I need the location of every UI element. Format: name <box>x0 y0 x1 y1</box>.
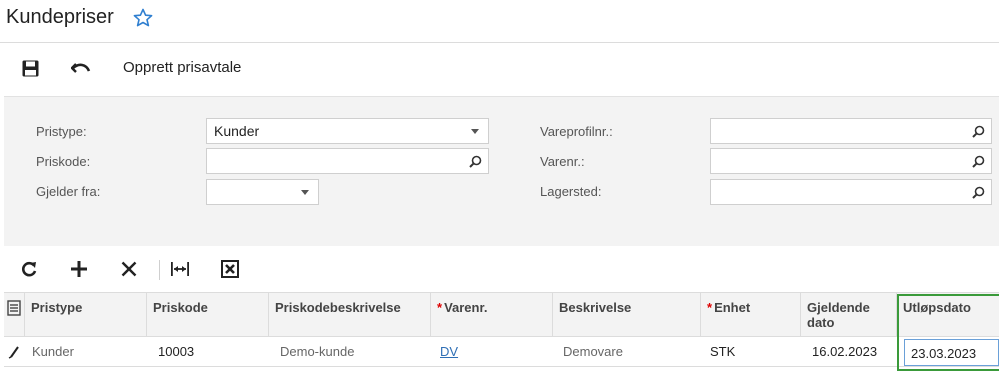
delete-icon[interactable] <box>119 259 139 279</box>
vareprofilnr-field[interactable] <box>710 118 992 144</box>
priskode-label: Priskode: <box>36 154 91 169</box>
column-header-label: Pristype <box>31 300 83 315</box>
create-price-agreement-button[interactable]: Opprett prisavtale <box>123 59 241 76</box>
grid-toolbar <box>4 246 999 292</box>
edit-pencil-icon <box>4 337 25 367</box>
refresh-icon[interactable] <box>19 259 39 279</box>
grid-header-row: Pristype Priskode Priskodebeskrivelse * V… <box>4 292 999 337</box>
star-outline-icon[interactable] <box>133 8 153 28</box>
cell-enhet[interactable]: STK <box>704 337 800 367</box>
lagersted-label: Lagersted: <box>540 184 602 199</box>
pristype-label: Pristype: <box>36 124 87 139</box>
search-icon[interactable] <box>972 186 985 199</box>
excel-export-icon[interactable] <box>220 259 240 279</box>
main-toolbar: Opprett prisavtale <box>0 44 999 96</box>
column-header-label: Priskodebeskrivelse <box>275 300 401 315</box>
varenr-field[interactable] <box>710 148 992 174</box>
vareprofilnr-label: Vareprofilnr.: <box>540 124 613 139</box>
column-header-label: Beskrivelse <box>559 300 632 315</box>
cell-priskodebeskrivelse[interactable]: Demo-kunde <box>274 337 430 367</box>
cell-pristype[interactable]: Kunder <box>26 337 148 367</box>
pristype-value: Kunder <box>214 123 260 139</box>
search-icon[interactable] <box>469 155 482 168</box>
required-marker: * <box>707 300 713 315</box>
column-header-varenr[interactable]: * Varenr. <box>431 293 553 337</box>
varenr-label: Varenr.: <box>540 154 585 169</box>
column-header-label: Priskode <box>153 300 208 315</box>
save-icon[interactable] <box>19 57 41 79</box>
cell-priskode[interactable]: 10003 <box>152 337 270 367</box>
filter-form: Pristype: Kunder Priskode: Gjelder fra: … <box>4 96 999 246</box>
add-icon[interactable] <box>69 259 89 279</box>
fit-columns-icon[interactable] <box>170 259 190 279</box>
column-header-priskode[interactable]: Priskode <box>147 293 269 337</box>
search-icon[interactable] <box>972 155 985 168</box>
cell-gjeldende-dato[interactable]: 16.02.2023 <box>806 337 898 367</box>
undo-icon[interactable] <box>70 57 92 79</box>
highlight-box <box>897 294 999 371</box>
chevron-down-icon <box>301 190 309 195</box>
page-title: Kundepriser <box>6 6 114 28</box>
table-row[interactable]: Kunder 10003 Demo-kunde DV Demovare STK … <box>4 337 999 367</box>
column-header-gjeldende-dato[interactable]: Gjeldende dato <box>801 293 897 337</box>
column-header-priskodebeskrivelse[interactable]: Priskodebeskrivelse <box>269 293 431 337</box>
column-header-label: Enhet <box>714 300 751 315</box>
column-header-beskrivelse[interactable]: Beskrivelse <box>553 293 701 337</box>
cell-beskrivelse[interactable]: Demovare <box>557 337 697 367</box>
search-icon[interactable] <box>972 125 985 138</box>
column-header-enhet[interactable]: * Enhet <box>701 293 801 337</box>
pristype-select[interactable]: Kunder <box>206 118 489 144</box>
title-bar: Kundepriser <box>0 0 999 43</box>
lagersted-field[interactable] <box>710 179 992 205</box>
gjelder-fra-select[interactable] <box>206 179 319 205</box>
priskode-field[interactable] <box>206 148 489 174</box>
column-header-label: dato <box>807 315 835 330</box>
column-header-label: Varenr. <box>444 300 488 315</box>
cell-varenr[interactable]: DV <box>434 337 552 367</box>
gjelder-fra-label: Gjelder fra: <box>36 184 101 199</box>
varenr-link[interactable]: DV <box>440 344 458 359</box>
price-grid: Pristype Priskode Priskodebeskrivelse * V… <box>4 292 999 376</box>
column-header-label: Gjeldende <box>807 300 870 315</box>
chevron-down-icon <box>471 129 479 134</box>
toolbar-divider <box>159 260 160 280</box>
column-header-pristype[interactable]: Pristype <box>25 293 147 337</box>
column-settings-icon[interactable] <box>4 293 25 337</box>
required-marker: * <box>437 300 443 315</box>
